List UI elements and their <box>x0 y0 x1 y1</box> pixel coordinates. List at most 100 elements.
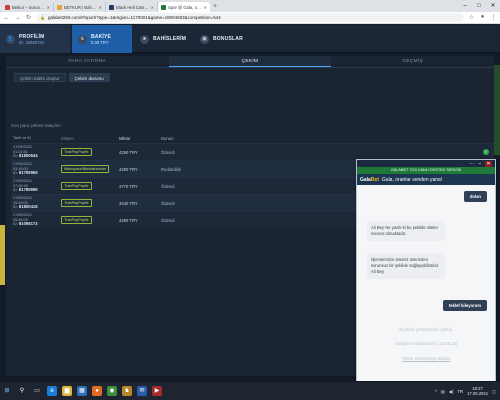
chat-messages: dolan Ali Bey Ne yazık ki bu şekilde sit… <box>357 185 495 381</box>
clock-date: 17.05.2021 <box>467 391 489 396</box>
firefox-icon[interactable]: ● <box>92 386 102 396</box>
gift-icon: ▣ <box>200 34 209 44</box>
row-date: 17/05/2021 01:24:51 ID: 81800644 <box>13 145 38 159</box>
windows-taskbar: ⊞ ⚲ ▭ e ▆ ▦ ● ◉ ♞ ✉ ▶ ^ ▤ ◀) TR 18:27 17… <box>0 382 500 400</box>
address-bar-row: ← → ↻ 🔒 galabet293.com/#/sport/?type=1&r… <box>0 12 500 24</box>
browser-tab-2[interactable]: BETKUR | Bahis Forum – Bedava ... ✕ <box>54 2 106 12</box>
subtab-create-request[interactable]: Çekim talebi oluştur <box>14 73 66 82</box>
game-icon[interactable]: ♞ <box>122 386 132 396</box>
row-amount: 4290 TRY <box>119 217 138 223</box>
chat-close-icon[interactable]: ✕ <box>485 160 492 167</box>
browser-tab-3[interactable]: Black Hell Cats (Bayanlar) – Wiki... ✕ <box>106 2 158 12</box>
row-id: 81800418 <box>18 204 38 210</box>
visitor-message: teklef bileyorum <box>442 300 487 311</box>
row-date: 17/05/2021 15:49:05 ID: 81800418 <box>13 196 38 210</box>
browser-tab-strip: Betkur – Sorunsuz yatır, kesintisiz... ✕… <box>0 0 500 12</box>
row-id: 81800644 <box>18 153 38 159</box>
visitor-message: dolan <box>463 191 487 202</box>
url-field[interactable]: 🔒 galabet293.com/#/sport/?type=1&region=… <box>36 13 464 22</box>
window-controls: – □ ✕ <box>458 0 500 12</box>
row-id: 81789998 <box>18 187 38 193</box>
minimize-icon[interactable]: – <box>458 0 472 12</box>
search-icon[interactable]: ⚲ <box>17 386 27 396</box>
panel-tabs: PARA YATIRMA ÇEKİM GEÇMİŞ <box>6 56 494 68</box>
new-tab-icon[interactable]: + <box>210 2 220 12</box>
chat-support-banner: GALABET 7/24 CANLI DESTEK SERVİSİ <box>357 167 495 174</box>
profile-label: PROFİLİM <box>19 33 45 40</box>
my-bets-button[interactable]: ♣ BAHİSLERİM <box>134 25 194 53</box>
explorer-icon[interactable]: ▆ <box>62 386 72 396</box>
task-view-icon[interactable]: ▭ <box>32 386 42 396</box>
chat-minimize-icon[interactable]: – <box>478 161 481 167</box>
col-system: Sistem <box>61 135 74 141</box>
balance-button[interactable]: ₺ BAKİYE 0.38 TRY <box>72 25 132 53</box>
user-icon: 👤 <box>6 34 15 44</box>
mail-icon[interactable]: ✉ <box>137 386 147 396</box>
table-header: Tarih ve ID Sistem Miktar Durum <box>11 133 494 143</box>
col-date-id: Tarih ve ID <box>13 135 32 140</box>
tab-title: Spor @ Gala, oranlar senden yan... <box>168 4 202 10</box>
tray-up-icon[interactable]: ^ <box>435 389 437 394</box>
close-tab-icon[interactable]: ✕ <box>47 5 50 10</box>
network-icon[interactable]: ▤ <box>441 389 445 394</box>
system-chip: TrabPayPayfix <box>61 182 92 190</box>
chrome-icon[interactable]: ◉ <box>107 386 117 396</box>
volume-icon[interactable]: ◀) <box>449 389 454 394</box>
tab-favicon-icon <box>109 4 114 10</box>
back-icon[interactable]: ← <box>3 15 10 21</box>
close-tab-icon[interactable]: ✕ <box>204 5 207 10</box>
notifications-icon[interactable]: ▢ <box>492 389 496 394</box>
balance-value: 0.38 TRY <box>91 39 109 45</box>
restart-chat-link[interactable]: Tekrar Görüşmeye Başlan <box>357 356 495 361</box>
reload-icon[interactable]: ↻ <box>25 14 32 21</box>
store-icon[interactable]: ▦ <box>77 386 87 396</box>
profile-button[interactable]: 👤 PROFİLİM ID: 34680781 <box>0 25 70 53</box>
side-banner-left <box>0 225 5 285</box>
forward-icon[interactable]: → <box>14 15 21 21</box>
success-icon: ✓ <box>483 149 489 155</box>
close-tab-icon[interactable]: ✕ <box>151 5 154 10</box>
tab-favicon-icon <box>57 4 62 10</box>
tab-favicon-icon <box>5 4 10 10</box>
agent-message: İşlemlerinize sitemiz üzerinden sorunsuz… <box>367 253 445 279</box>
subtab-withdraw-status[interactable]: Çekim durumu <box>68 73 110 82</box>
chat-system-note: Ziyaretçi görüşmeden ayrıldı. <box>399 327 453 332</box>
account-icon[interactable]: ● <box>479 14 486 21</box>
maximize-icon[interactable]: □ <box>472 0 486 12</box>
live-chat-widget: ··· – ✕ GALABET 7/24 CANLI DESTEK SERVİS… <box>356 159 496 381</box>
browser-tab-4[interactable]: Spor @ Gala, oranlar senden yan... ✕ <box>158 2 210 12</box>
edge-icon[interactable]: e <box>47 386 57 396</box>
profile-id: ID: 34680781 <box>19 39 45 45</box>
agent-message: Ali Bey Ne yazık ki bu şekilde siteler m… <box>367 221 445 241</box>
close-window-icon[interactable]: ✕ <box>486 0 500 12</box>
system-tray: ^ ▤ ◀) TR 18:27 17.05.2021 ▢ <box>435 382 496 400</box>
clock[interactable]: 18:27 17.05.2021 <box>467 386 488 396</box>
menu-icon[interactable]: ⋮ <box>490 14 497 21</box>
start-icon[interactable]: ⊞ <box>2 386 12 396</box>
balance-label: BAKİYE <box>91 33 112 40</box>
row-amount: 3240 TRY <box>119 200 138 206</box>
side-banner-right <box>494 65 500 155</box>
wallet-icon: ₺ <box>78 34 87 44</box>
tab-deposit[interactable]: PARA YATIRMA <box>6 56 169 67</box>
language-indicator[interactable]: TR <box>457 389 463 394</box>
col-amount: Miktar <box>119 135 131 141</box>
col-status: Durum <box>161 135 174 141</box>
withdraw-subtabs: Çekim talebi oluştur Çekim durumu <box>14 73 110 82</box>
chat-titlebar: ··· – ✕ <box>357 160 495 167</box>
media-icon[interactable]: ▶ <box>152 386 162 396</box>
tab-withdraw[interactable]: ÇEKİM <box>168 56 332 67</box>
row-amount: 4290 TRY <box>119 149 138 155</box>
browser-tab-1[interactable]: Betkur – Sorunsuz yatır, kesintisiz... ✕ <box>2 2 54 12</box>
tab-history[interactable]: GEÇMİŞ <box>331 56 494 67</box>
chat-tagline: Gala, oranlar senden yana! <box>381 176 443 183</box>
tab-title: BETKUR | Bahis Forum – Bedava ... <box>64 4 97 10</box>
row-date: 17/05/2021 03:15:00 ID: 81799969 <box>13 162 38 176</box>
star-icon[interactable]: ☆ <box>468 14 475 21</box>
bonuses-button[interactable]: ▣ BONUSLAR <box>194 25 254 53</box>
row-status: Ödendi <box>161 149 175 155</box>
section-title: Son para çekme talepleri <box>11 123 61 128</box>
close-tab-icon[interactable]: ✕ <box>99 5 102 10</box>
bets-icon: ♣ <box>140 34 149 44</box>
chat-more-icon[interactable]: ··· <box>469 161 474 167</box>
